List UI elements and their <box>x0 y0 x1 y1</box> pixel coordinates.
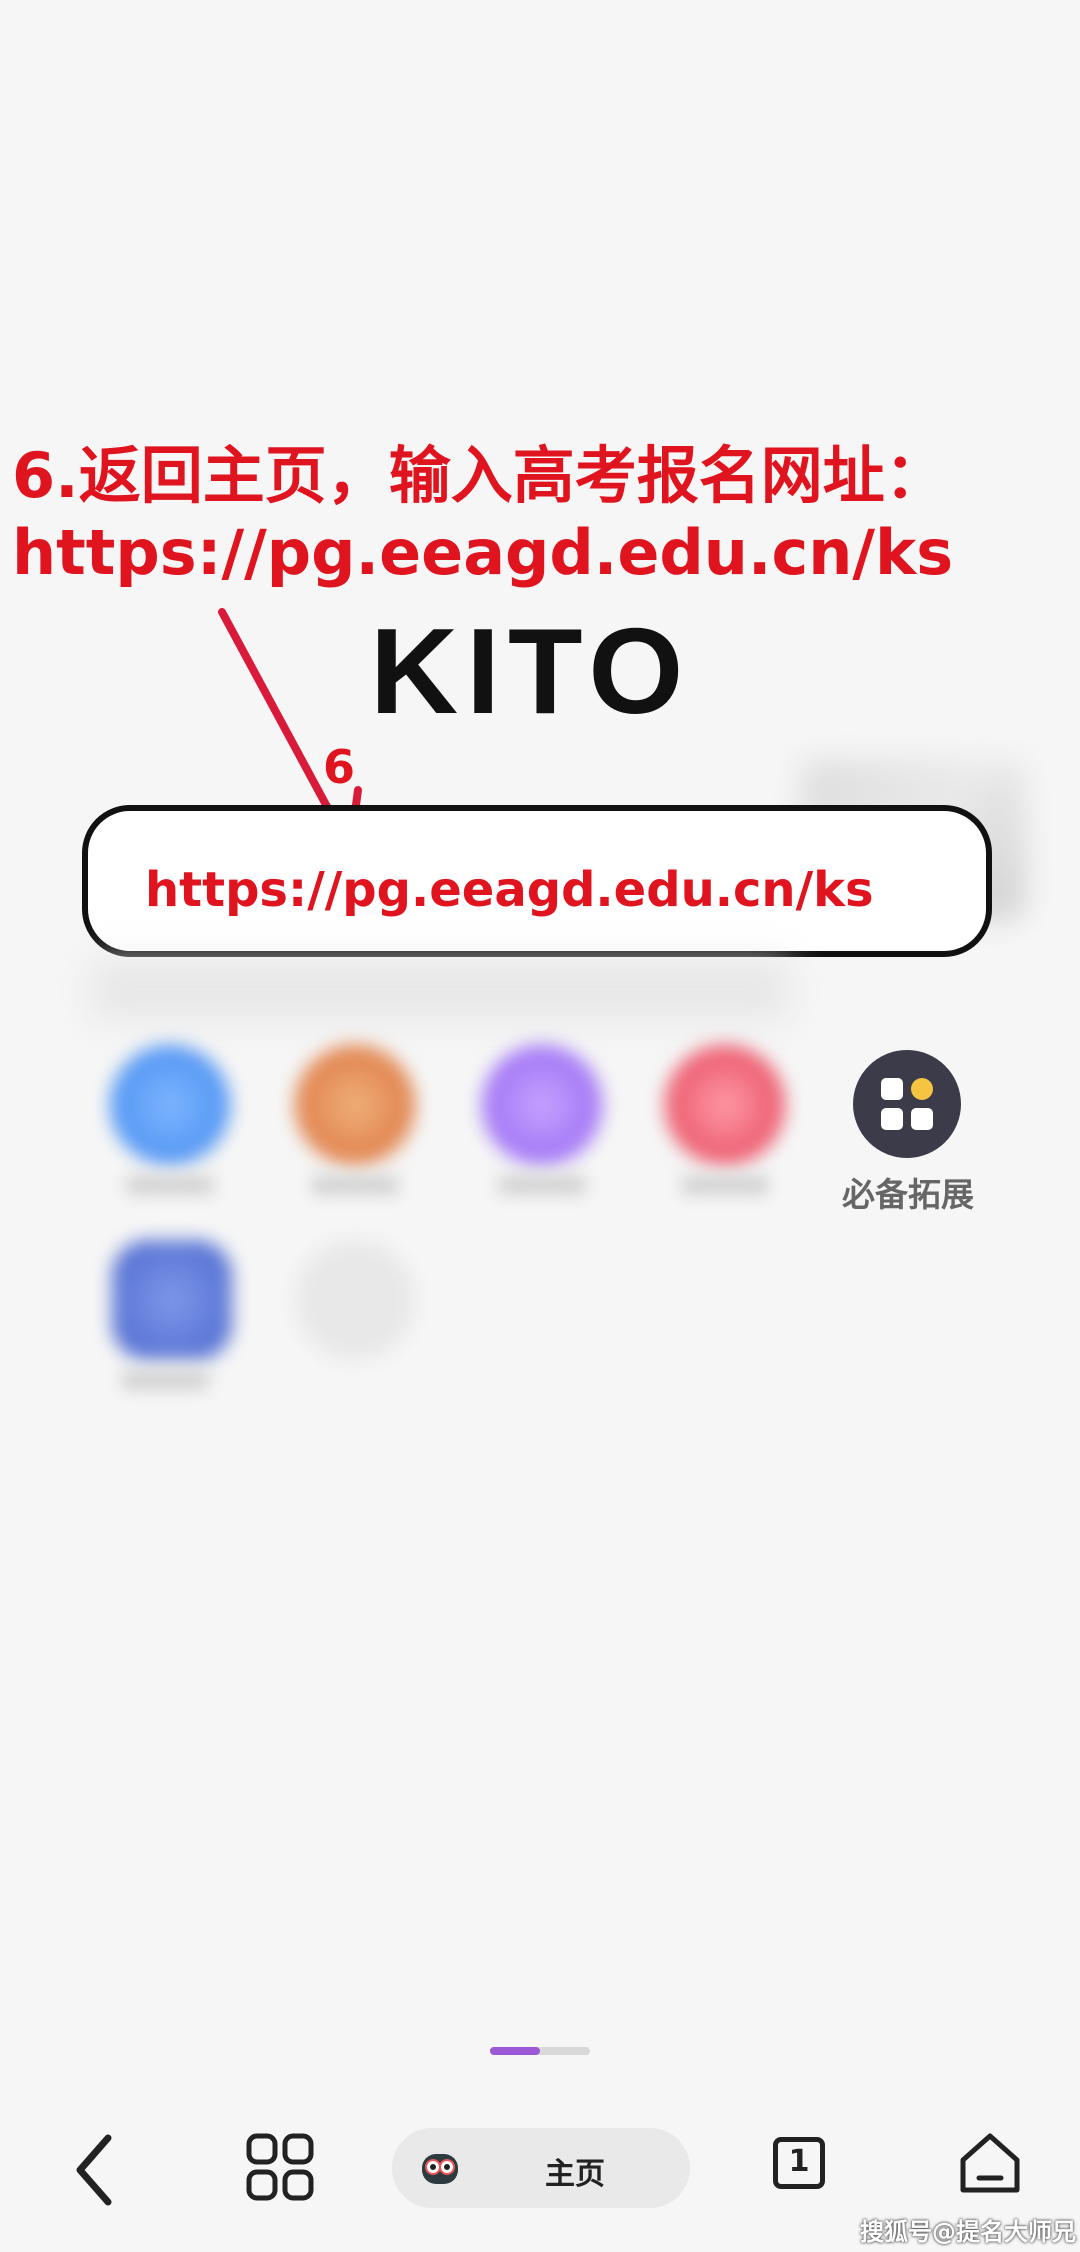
shortcut-3-icon[interactable] <box>482 1045 602 1165</box>
back-icon[interactable] <box>70 2130 120 2210</box>
logo-text: KITO <box>370 615 691 725</box>
home-tab-label: 主页 <box>545 2157 605 2192</box>
shortcut-1-label <box>125 1175 215 1195</box>
tabs-count: 1 <box>788 2144 810 2179</box>
grid-icon <box>881 1078 933 1130</box>
watermark: 搜狐号@提名大师兄 <box>860 2218 1076 2246</box>
shortcut-2-label <box>310 1175 400 1195</box>
extensions-button[interactable] <box>853 1050 961 1158</box>
kito-logo: KITO <box>370 615 691 725</box>
home-icon[interactable] <box>955 2128 1025 2198</box>
menu-grid-icon[interactable] <box>245 2132 315 2202</box>
tabs-count-button[interactable]: 1 <box>773 2137 825 2189</box>
shortcut-4-icon[interactable] <box>665 1045 785 1165</box>
page-indicator-active <box>490 2047 540 2055</box>
shortcut-1-icon[interactable] <box>110 1045 230 1165</box>
extensions-label: 必备拓展 <box>842 1175 974 1214</box>
annotation-url: https://pg.eeagd.edu.cn/ks <box>12 516 954 589</box>
shortcut-3-label <box>497 1175 587 1195</box>
shortcut-5-label <box>120 1370 210 1390</box>
shortcut-add-icon[interactable] <box>295 1240 415 1360</box>
address-input-text[interactable]: https://pg.eeagd.edu.cn/ks <box>145 862 874 918</box>
blurred-suggestions <box>90 960 790 1020</box>
shortcut-4-label <box>680 1175 770 1195</box>
shortcut-2-icon[interactable] <box>295 1045 415 1165</box>
mascot-icon <box>422 2154 458 2184</box>
annotation-step-number: 6 <box>323 740 356 794</box>
shortcut-5-icon[interactable] <box>112 1240 232 1360</box>
annotation-title: 6.返回主页，输入高考报名网址： <box>12 439 947 512</box>
